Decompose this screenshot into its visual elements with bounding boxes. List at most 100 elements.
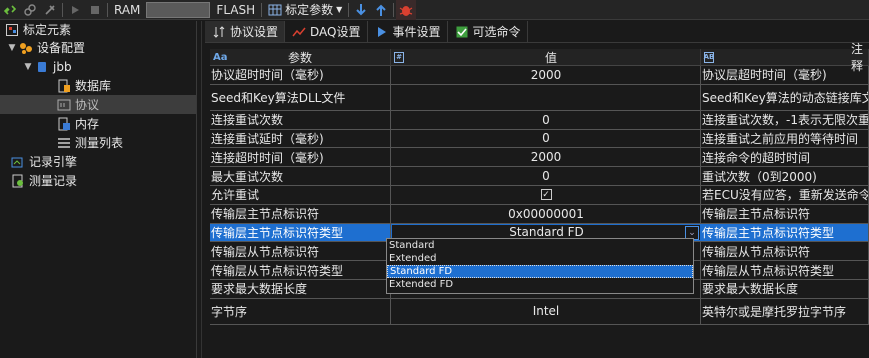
- tab-label: 事件设置: [392, 25, 441, 39]
- value-cell[interactable]: Intel: [391, 298, 701, 324]
- id-type-dropdown-list: Standard Extended Standard FD Extended F…: [386, 238, 694, 294]
- device-config-icon: [18, 41, 34, 55]
- note-cell: 连接重试次数，-1表示无限次重试: [701, 110, 869, 129]
- column-header-note[interactable]: AB 注释: [701, 42, 869, 73]
- tree-item-label: 内存: [75, 117, 100, 131]
- text-block-icon: AB: [703, 51, 715, 63]
- note-cell: 传输层从节点标识符类型: [701, 261, 869, 279]
- value-cell[interactable]: 0: [391, 129, 701, 148]
- table-row[interactable]: 连接重试延时（毫秒) 0 连接重试之前应用的等待时间: [210, 129, 869, 149]
- tree-item-jbb[interactable]: ▼ jbb: [0, 57, 196, 76]
- ram-label: RAM: [114, 2, 141, 17]
- table-row[interactable]: 连接超时时间（毫秒) 2000 连接命令的超时时间: [210, 148, 869, 168]
- tree-item-database[interactable]: 数据库: [0, 76, 196, 95]
- tree-item-memory[interactable]: 内存: [0, 114, 196, 133]
- param-cell: 连接超时时间（毫秒): [210, 148, 391, 167]
- toolbar: RAM FLASH 标定参数 ▼: [0, 0, 869, 20]
- value-cell[interactable]: 2000: [391, 66, 701, 84]
- database-icon: [56, 79, 72, 93]
- grid-header: Aa 参数 # 值 AB 注释: [210, 42, 869, 73]
- measurement-record-icon: [10, 174, 26, 188]
- dropdown-option[interactable]: Standard: [387, 239, 693, 252]
- tab-bar: 协议设置 DAQ设置 事件设置 可选命令: [205, 21, 869, 43]
- tab-label: DAQ设置: [310, 25, 361, 39]
- value-cell[interactable]: [391, 84, 701, 110]
- column-header-label: 值: [545, 50, 558, 65]
- toolbar-divider: [62, 2, 63, 17]
- value-cell[interactable]: 2000: [391, 148, 701, 167]
- table-row[interactable]: 传输层主节点标识符 0x00000001 传输层主节点标识符: [210, 204, 869, 224]
- dropdown-option[interactable]: Extended: [387, 252, 693, 265]
- chart-icon: [291, 25, 307, 39]
- chevron-down-icon[interactable]: ▼: [22, 62, 34, 72]
- value-cell[interactable]: 0: [391, 167, 701, 185]
- upload-icon[interactable]: [371, 0, 391, 20]
- chevron-down-icon[interactable]: ▼: [6, 43, 18, 53]
- tree-grid-icon: [4, 23, 20, 37]
- value-cell[interactable]: 0x00000001: [391, 204, 701, 223]
- note-cell: Seed和Key算法的动态链接库文件: [701, 84, 869, 110]
- param-cell: 连接重试次数: [210, 110, 391, 129]
- tree-item-protocol[interactable]: 协议: [0, 95, 196, 114]
- play-icon[interactable]: [65, 0, 85, 20]
- table-row[interactable]: 最大重试次数 0 重试次数（0到2000): [210, 167, 869, 186]
- param-cell: 传输层主节点标识符类型: [210, 223, 391, 242]
- tab-optional-commands[interactable]: 可选命令: [448, 21, 528, 42]
- unlink-icon[interactable]: [20, 0, 40, 20]
- param-cell: 传输层从节点标识符类型: [210, 261, 391, 279]
- tree-item-record-engine[interactable]: 记录引擎: [0, 152, 196, 171]
- panel-header: 标定元素: [0, 21, 196, 38]
- memory-icon: [56, 117, 72, 131]
- bug-icon[interactable]: [396, 0, 417, 20]
- chevron-down-icon: ▼: [336, 5, 343, 14]
- stop-icon[interactable]: [85, 0, 105, 20]
- number-type-icon: #: [394, 51, 404, 63]
- dropdown-option-selected[interactable]: Standard FD: [387, 265, 693, 278]
- dropdown-option[interactable]: Extended FD: [387, 278, 693, 291]
- note-cell: 协议层超时时间（毫秒): [701, 66, 869, 84]
- text-type-icon: Aa: [213, 51, 228, 63]
- note-cell: 传输层主节点标识符: [701, 204, 869, 223]
- link-icon[interactable]: [0, 0, 20, 20]
- note-cell: 连接命令的超时时间: [701, 148, 869, 167]
- tab-protocol-settings[interactable]: 协议设置: [205, 21, 286, 42]
- play-icon: [374, 25, 390, 39]
- tree-item-device-config[interactable]: ▼ 设备配置: [0, 38, 196, 57]
- param-cell: 要求最大数据长度: [210, 279, 391, 298]
- note-cell: 要求最大数据长度: [701, 279, 869, 298]
- value-cell[interactable]: 0: [391, 110, 701, 129]
- column-header-value[interactable]: # 值: [391, 49, 701, 65]
- device-icon: [34, 60, 50, 74]
- checkbox-icon: [454, 25, 470, 39]
- note-cell: 若ECU没有应答，重新发送命令: [701, 185, 869, 204]
- protocol-settings-panel: 协议设置 DAQ设置 事件设置 可选命令 Aa 参数 # 值 AB 注释 协议超…: [205, 21, 869, 358]
- tree-item-label: 记录引擎: [29, 155, 78, 169]
- table-row[interactable]: 协议超时时间（毫秒) 2000 协议层超时时间（毫秒): [210, 66, 869, 85]
- tree-item-measurement-record[interactable]: 测量记录: [0, 171, 196, 190]
- param-cell: 连接重试延时（毫秒): [210, 129, 391, 148]
- ram-field[interactable]: [146, 1, 211, 18]
- column-header-param[interactable]: Aa 参数: [210, 49, 391, 65]
- download-icon[interactable]: [351, 0, 371, 20]
- allow-retry-checkbox[interactable]: ✓: [540, 189, 552, 201]
- tree-item-measurement-list[interactable]: 测量列表: [0, 133, 196, 152]
- grid-icon: [268, 4, 282, 15]
- plug-icon[interactable]: [40, 0, 60, 20]
- tab-label: 可选命令: [472, 25, 521, 39]
- table-row[interactable]: 允许重试 ✓ 若ECU没有应答，重新发送命令: [210, 185, 869, 205]
- param-cell: 协议超时时间（毫秒): [210, 66, 391, 84]
- param-cell: Seed和Key算法DLL文件: [210, 84, 391, 110]
- table-row[interactable]: Seed和Key算法DLL文件 Seed和Key算法的动态链接库文件: [210, 84, 869, 111]
- table-row[interactable]: 连接重试次数 0 连接重试次数，-1表示无限次重试: [210, 110, 869, 130]
- calibration-param-dropdown[interactable]: 标定参数 ▼: [264, 1, 346, 18]
- list-icon: [56, 136, 72, 150]
- tab-daq-settings[interactable]: DAQ设置: [285, 21, 368, 42]
- note-cell: 传输层主节点标识符类型: [701, 223, 869, 242]
- param-cell: 字节序: [210, 298, 391, 324]
- tab-event-settings[interactable]: 事件设置: [368, 21, 448, 42]
- table-row[interactable]: 字节序 Intel 英特尔或是摩托罗拉字节序: [210, 298, 869, 325]
- toolbar-divider: [393, 2, 395, 17]
- splitter[interactable]: [201, 21, 202, 358]
- calibration-element-panel: 标定元素 ▼ 设备配置 ▼ jbb 数据库 协议 内存 测量列表 记录引擎 测量…: [0, 21, 197, 358]
- sort-icon: [211, 25, 227, 39]
